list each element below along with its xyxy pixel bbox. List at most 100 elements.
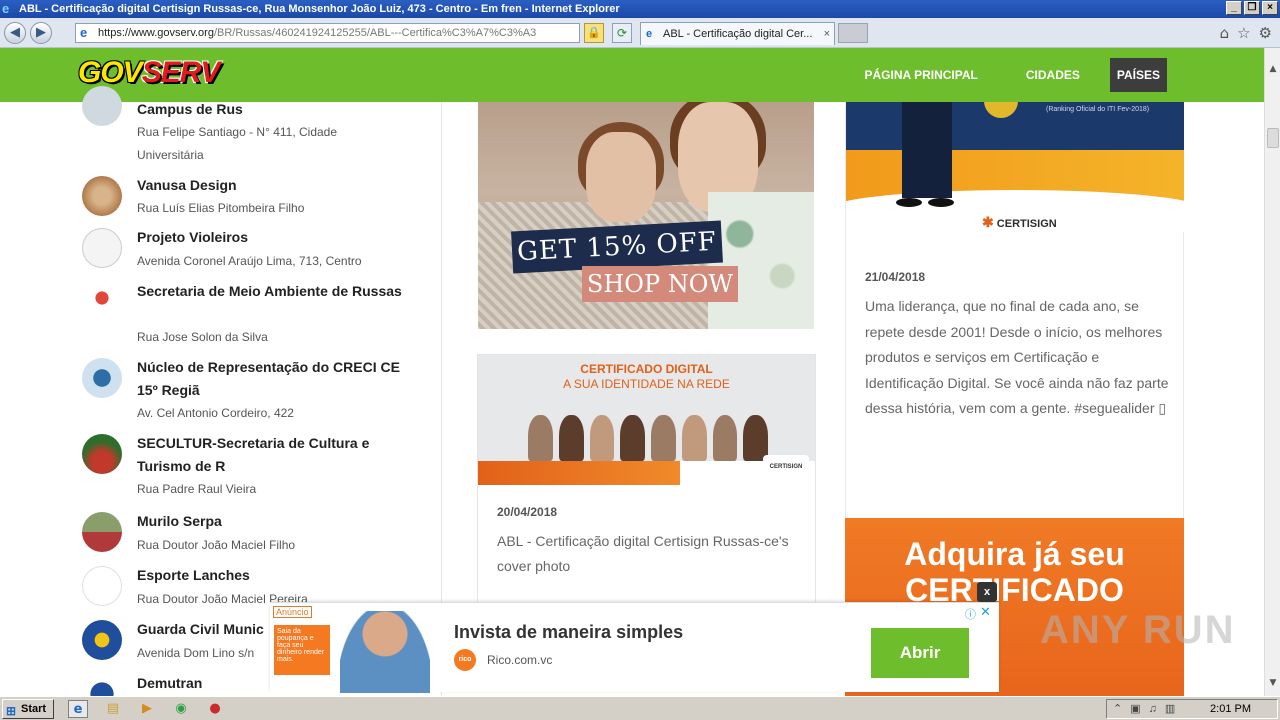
scroll-down-icon[interactable]: ▼: [1267, 678, 1279, 688]
nav-home[interactable]: PÁGINA PRINCIPAL: [841, 58, 1002, 92]
ad-close-icon[interactable]: ✕: [980, 605, 991, 620]
url-main: https://www.govserv.org: [98, 27, 214, 39]
item-name[interactable]: Murilo Serpa: [137, 510, 407, 533]
avatar: [82, 620, 122, 660]
folder-taskbar-icon[interactable]: ▤: [103, 700, 123, 718]
ad-info-icon[interactable]: ⓘ: [965, 606, 976, 622]
shop-now-button[interactable]: SHOP NOW: [582, 266, 738, 302]
ranking-banner: (Ranking Oficial do ITI Fev-2018) ✱ CERT…: [846, 102, 1184, 232]
item-name[interactable]: Projeto Violeiros: [137, 226, 407, 249]
item-address: Rua Luís Elias Pitombeira Filho: [137, 201, 305, 215]
opera-taskbar-icon[interactable]: ●: [205, 700, 225, 718]
start-label: Start: [21, 703, 47, 715]
avatar: [82, 176, 122, 216]
lock-icon[interactable]: 🔒: [584, 23, 604, 43]
ad-title[interactable]: Invista de maneira simples: [454, 622, 683, 643]
bottom-ad[interactable]: Saia da poupança e faça seu dinheiro ren…: [270, 602, 999, 693]
avatar: [82, 86, 122, 126]
ad-site: Rico.com.vc: [487, 653, 553, 667]
address-bar[interactable]: e https://www.govserv.org/BR/Russas/4602…: [75, 23, 580, 43]
forward-button[interactable]: ▶: [30, 22, 52, 44]
tab-close-icon[interactable]: ×: [824, 23, 830, 45]
main-nav: PÁGINA PRINCIPAL CIDADES PAÍSES: [841, 48, 1167, 102]
back-button[interactable]: ◀: [4, 22, 26, 44]
avatar: [82, 228, 122, 268]
avatar: [82, 282, 122, 322]
item-name[interactable]: Núcleo de Representação do CRECI CE 15º …: [137, 356, 407, 402]
certisign-logo-text: CERTISIGN: [996, 218, 1057, 230]
favorites-star-icon[interactable]: ☆: [1237, 24, 1250, 42]
close-window-button[interactable]: ×: [1262, 1, 1278, 15]
item-address: Rua Felipe Santiago - N° 411, Cidade Uni…: [137, 125, 338, 162]
post-card[interactable]: CERTIFICADO DIGITAL A SUA IDENTIDADE NA …: [477, 354, 816, 614]
restore-button[interactable]: ❐: [1244, 1, 1260, 15]
tools-gear-icon[interactable]: ⚙: [1259, 24, 1272, 42]
avatar: [82, 674, 122, 696]
shoe: [896, 198, 922, 207]
item-address: Av. Cel Antonio Cordeiro, 422: [137, 406, 294, 420]
vertical-scrollbar[interactable]: ▲ ▼: [1264, 48, 1280, 696]
toolbar-icons: ⌂ ☆ ⚙: [1220, 24, 1272, 42]
ad-person: [340, 611, 430, 693]
post-date: 21/04/2018: [865, 270, 926, 284]
browser-tab[interactable]: e ABL - Certificação digital Cer... ×: [640, 22, 835, 45]
ad-open-button[interactable]: Abrir: [871, 628, 969, 678]
new-tab-button[interactable]: [838, 23, 868, 43]
ad-logo: rico: [454, 649, 476, 671]
tray-icons[interactable]: ⌃▣♫▥: [1113, 700, 1183, 718]
banner-subtitle: A SUA IDENTIDADE NA REDE: [563, 377, 730, 391]
item-name[interactable]: SECULTUR-Secretaria de Cultura e Turismo…: [137, 432, 407, 478]
window-title: ABL - Certificação digital Certisign Rus…: [19, 3, 620, 15]
item-address: Rua Jose Solon da Silva: [137, 330, 268, 344]
certisign-logo: CERTISIGN: [763, 455, 809, 479]
media-taskbar-icon[interactable]: ▶: [137, 700, 157, 718]
clock: 2:01 PM: [1210, 703, 1251, 715]
item-name[interactable]: Campus de Rus: [137, 98, 407, 121]
ad-thumb-text: Saia da poupança e faça seu dinheiro ren…: [274, 625, 330, 675]
item-name[interactable]: Vanusa Design: [137, 174, 407, 197]
avatar: [82, 566, 122, 606]
system-tray: ⌃▣♫▥ 2:01 PM: [1106, 699, 1278, 719]
item-name[interactable]: Esporte Lanches: [137, 564, 407, 587]
post-date: 20/04/2018: [497, 505, 558, 519]
banner-title: CERTIFICADO DIGITAL: [580, 362, 713, 376]
anyrun-watermark: ANY RUN: [1040, 608, 1236, 652]
start-button[interactable]: ⊞ Start: [2, 699, 54, 719]
refresh-icon[interactable]: ⟳: [612, 23, 632, 43]
govserv-logo[interactable]: GOVSERV: [78, 56, 221, 90]
item-name[interactable]: Secretaria de Meio Ambiente de Russas: [137, 280, 407, 303]
item-address: Avenida Coronel Araújo Lima, 713, Centro: [137, 254, 362, 268]
post-text: Uma liderança, que no final de cada ano,…: [865, 298, 1169, 416]
scroll-up-icon[interactable]: ▲: [1267, 64, 1279, 74]
avatar: [82, 512, 122, 552]
tab-title: ABL - Certificação digital Cer...: [663, 28, 813, 40]
person-legs: [902, 102, 952, 198]
item-address: Rua Padre Raul Vieira: [137, 482, 257, 496]
ranking-note: (Ranking Oficial do ITI Fev-2018): [1046, 106, 1150, 113]
ie-taskbar-icon[interactable]: e: [68, 700, 88, 718]
taskbar: ⊞ Start e ▤ ▶ ◉ ● ⌃▣♫▥ 2:01 PM: [0, 696, 1280, 720]
nav-cities[interactable]: CIDADES: [1002, 58, 1104, 92]
home-icon[interactable]: ⌂: [1220, 24, 1230, 42]
chrome-taskbar-icon[interactable]: ◉: [171, 700, 191, 718]
logo-gov: GOV: [78, 56, 143, 89]
post-card[interactable]: (Ranking Oficial do ITI Fev-2018) ✱ CERT…: [845, 102, 1184, 526]
fashion-ad-banner[interactable]: GET 15% OFF SHOP NOW: [478, 102, 814, 329]
ad-dismiss-button[interactable]: x: [977, 582, 997, 602]
page-icon: e: [80, 25, 88, 40]
logo-serv: SERV: [141, 56, 221, 89]
ad-label: Anúncio: [273, 606, 312, 618]
minimize-button[interactable]: _: [1226, 1, 1242, 15]
avatar: [82, 358, 122, 398]
scroll-thumb[interactable]: [1267, 128, 1279, 148]
ad-image: Saia da poupança e faça seu dinheiro ren…: [270, 603, 440, 693]
item-address: Rua Doutor João Maciel Filho: [137, 538, 296, 552]
ie-logo-icon: e: [2, 1, 10, 16]
post-text: ABL - Certificação digital Certisign Rus…: [497, 533, 789, 574]
certificado-banner: CERTIFICADO DIGITAL A SUA IDENTIDADE NA …: [478, 355, 815, 485]
banner4-line1: Adquira já seu: [904, 536, 1125, 572]
url-path: /BR/Russas/460241924125255/ABL---Certifi…: [213, 27, 537, 39]
certisign-logo: ✱ CERTISIGN: [982, 214, 1057, 231]
browser-toolbar: ◀ ▶ e https://www.govserv.org/BR/Russas/…: [0, 18, 1280, 48]
nav-countries[interactable]: PAÍSES: [1109, 58, 1167, 92]
